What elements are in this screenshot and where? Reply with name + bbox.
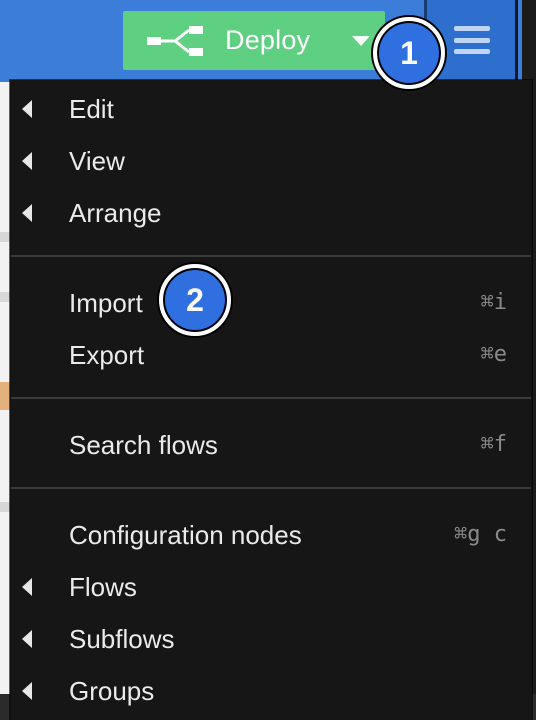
menu-item-shortcut: ⌘i [480, 290, 508, 315]
main-dropdown-menu: Edit View Arrange Import ⌘i Export ⌘e Se… [10, 80, 532, 720]
workspace-canvas-edge [0, 82, 10, 694]
menu-divider [11, 487, 531, 489]
menu-item-configuration-nodes[interactable]: Configuration nodes ⌘g c [11, 508, 531, 560]
menu-item-label: Export [69, 340, 145, 370]
menu-item-label: Configuration nodes [69, 520, 302, 550]
menu-divider [11, 397, 531, 399]
menu-item-edit[interactable]: Edit [11, 82, 531, 134]
menu-item-label: Import [69, 288, 143, 318]
step-callout-2: 2 [159, 264, 231, 336]
menu-item-label: Arrange [69, 198, 162, 228]
submenu-arrow-icon [22, 630, 32, 648]
hamburger-menu-icon [454, 26, 490, 54]
menu-item-import[interactable]: Import ⌘i [11, 276, 531, 328]
menu-item-search-flows[interactable]: Search flows ⌘f [11, 418, 531, 470]
submenu-arrow-icon [22, 682, 32, 700]
menu-item-label: View [69, 146, 125, 176]
menu-item-label: Edit [69, 94, 114, 124]
submenu-arrow-icon [22, 578, 32, 596]
submenu-arrow-icon [22, 100, 32, 118]
submenu-arrow-icon [22, 152, 32, 170]
submenu-arrow-icon [22, 204, 32, 222]
menu-item-label: Search flows [69, 430, 218, 460]
menu-item-label: Subflows [69, 624, 175, 654]
menu-item-shortcut: ⌘g c [454, 522, 507, 547]
callout-number: 1 [400, 34, 418, 71]
deploy-flow-icon [147, 26, 203, 56]
header-right-divider [515, 0, 518, 82]
menu-item-view[interactable]: View [11, 134, 531, 186]
menu-item-arrange[interactable]: Arrange [11, 186, 531, 238]
canvas-node-fragment [0, 382, 10, 410]
callout-number: 2 [186, 281, 204, 318]
menu-item-shortcut: ⌘e [480, 342, 508, 367]
step-callout-1: 1 [373, 17, 445, 89]
deploy-label: Deploy [225, 25, 311, 55]
menu-item-export[interactable]: Export ⌘e [11, 328, 531, 380]
canvas-node-fragment [0, 502, 10, 512]
canvas-node-fragment [0, 232, 10, 242]
menu-item-subflows[interactable]: Subflows [11, 612, 531, 664]
canvas-node-fragment [0, 292, 10, 302]
caret-down-icon[interactable] [352, 36, 370, 46]
menu-divider [11, 255, 531, 257]
menu-item-groups[interactable]: Groups [11, 664, 531, 716]
menu-item-label: Flows [69, 572, 137, 602]
menu-item-label: Groups [69, 676, 155, 706]
menu-item-flows[interactable]: Flows [11, 560, 531, 612]
menu-item-shortcut: ⌘f [480, 432, 508, 457]
deploy-button[interactable]: Deploy [123, 11, 385, 70]
